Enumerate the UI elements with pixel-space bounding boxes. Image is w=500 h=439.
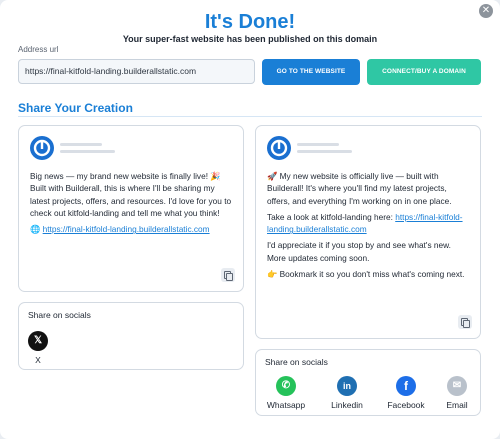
builderall-logo-icon bbox=[267, 136, 291, 160]
share-facebook-button[interactable]: f Facebook bbox=[382, 376, 430, 410]
socials-card-left: Share on socials 𝕏 X bbox=[18, 302, 244, 370]
copy-icon[interactable] bbox=[458, 315, 472, 329]
name-placeholder bbox=[60, 143, 102, 146]
post-link-line: 🌐 https://final-kitfold-landing.buildera… bbox=[30, 223, 233, 235]
go-to-website-button[interactable]: GO TO THE WEBSITE bbox=[262, 59, 360, 85]
share-whatsapp-button[interactable]: ✆ Whatsapp bbox=[262, 376, 310, 410]
post-card-right: 🚀 My new website is officially live — bu… bbox=[255, 125, 481, 339]
post-paragraph: I'd appreciate it if you stop by and see… bbox=[267, 240, 451, 263]
socials-title: Share on socials bbox=[28, 310, 91, 320]
name-placeholder bbox=[297, 143, 339, 146]
builderall-logo-icon bbox=[30, 136, 54, 160]
whatsapp-icon: ✆ bbox=[276, 376, 296, 396]
handle-placeholder bbox=[297, 150, 352, 153]
social-label: Linkedin bbox=[331, 400, 363, 410]
connect-domain-button[interactable]: CONNECT/BUY A DOMAIN bbox=[367, 59, 481, 85]
post-text-right: 🚀 My new website is officially live — bu… bbox=[267, 170, 470, 284]
share-section-title: Share Your Creation bbox=[18, 101, 133, 115]
section-divider bbox=[18, 116, 482, 117]
social-label: Whatsapp bbox=[266, 400, 306, 410]
social-label: Email bbox=[446, 400, 468, 410]
post-link[interactable]: https://final-kitfold-landing.builderall… bbox=[43, 224, 210, 234]
address-url-label: Address url bbox=[18, 45, 59, 54]
post-link-prefix: Take a look at kitfold-landing here: bbox=[267, 211, 396, 222]
address-url-field[interactable]: https://final-kitfold-landing.builderall… bbox=[18, 59, 255, 84]
post-paragraph: Big news — my brand new website is final… bbox=[30, 171, 232, 218]
post-card-left: Big news — my brand new website is final… bbox=[18, 125, 244, 292]
facebook-icon: f bbox=[396, 376, 416, 396]
handle-placeholder bbox=[60, 150, 115, 153]
publish-success-modal: ✕ It's Done! Your super-fast website has… bbox=[0, 0, 500, 439]
social-label: X bbox=[35, 355, 41, 365]
globe-icon: 🌐 bbox=[30, 224, 43, 235]
modal-subtitle: Your super-fast website has been publish… bbox=[122, 34, 378, 44]
post-paragraph: 🚀 My new website is officially live — bu… bbox=[267, 171, 452, 206]
social-label: Facebook bbox=[387, 400, 425, 410]
copy-icon[interactable] bbox=[221, 268, 235, 282]
post-paragraph: 👉 Bookmark it so you don't miss what's c… bbox=[267, 269, 465, 280]
share-email-button[interactable]: ✉ Email bbox=[436, 376, 478, 410]
modal-title: It's Done! bbox=[204, 11, 296, 33]
post-text-left: Big news — my brand new website is final… bbox=[30, 170, 233, 239]
share-x-button[interactable]: 𝕏 X bbox=[28, 331, 48, 365]
linkedin-icon: in bbox=[337, 376, 357, 396]
post-link-line: Take a look at kitfold-landing here: htt… bbox=[267, 211, 470, 236]
socials-card-right: Share on socials ✆ Whatsapp in Linkedin … bbox=[255, 349, 481, 416]
socials-title: Share on socials bbox=[265, 357, 328, 367]
share-linkedin-button[interactable]: in Linkedin bbox=[323, 376, 371, 410]
email-icon: ✉ bbox=[447, 376, 467, 396]
x-icon: 𝕏 bbox=[28, 331, 48, 351]
